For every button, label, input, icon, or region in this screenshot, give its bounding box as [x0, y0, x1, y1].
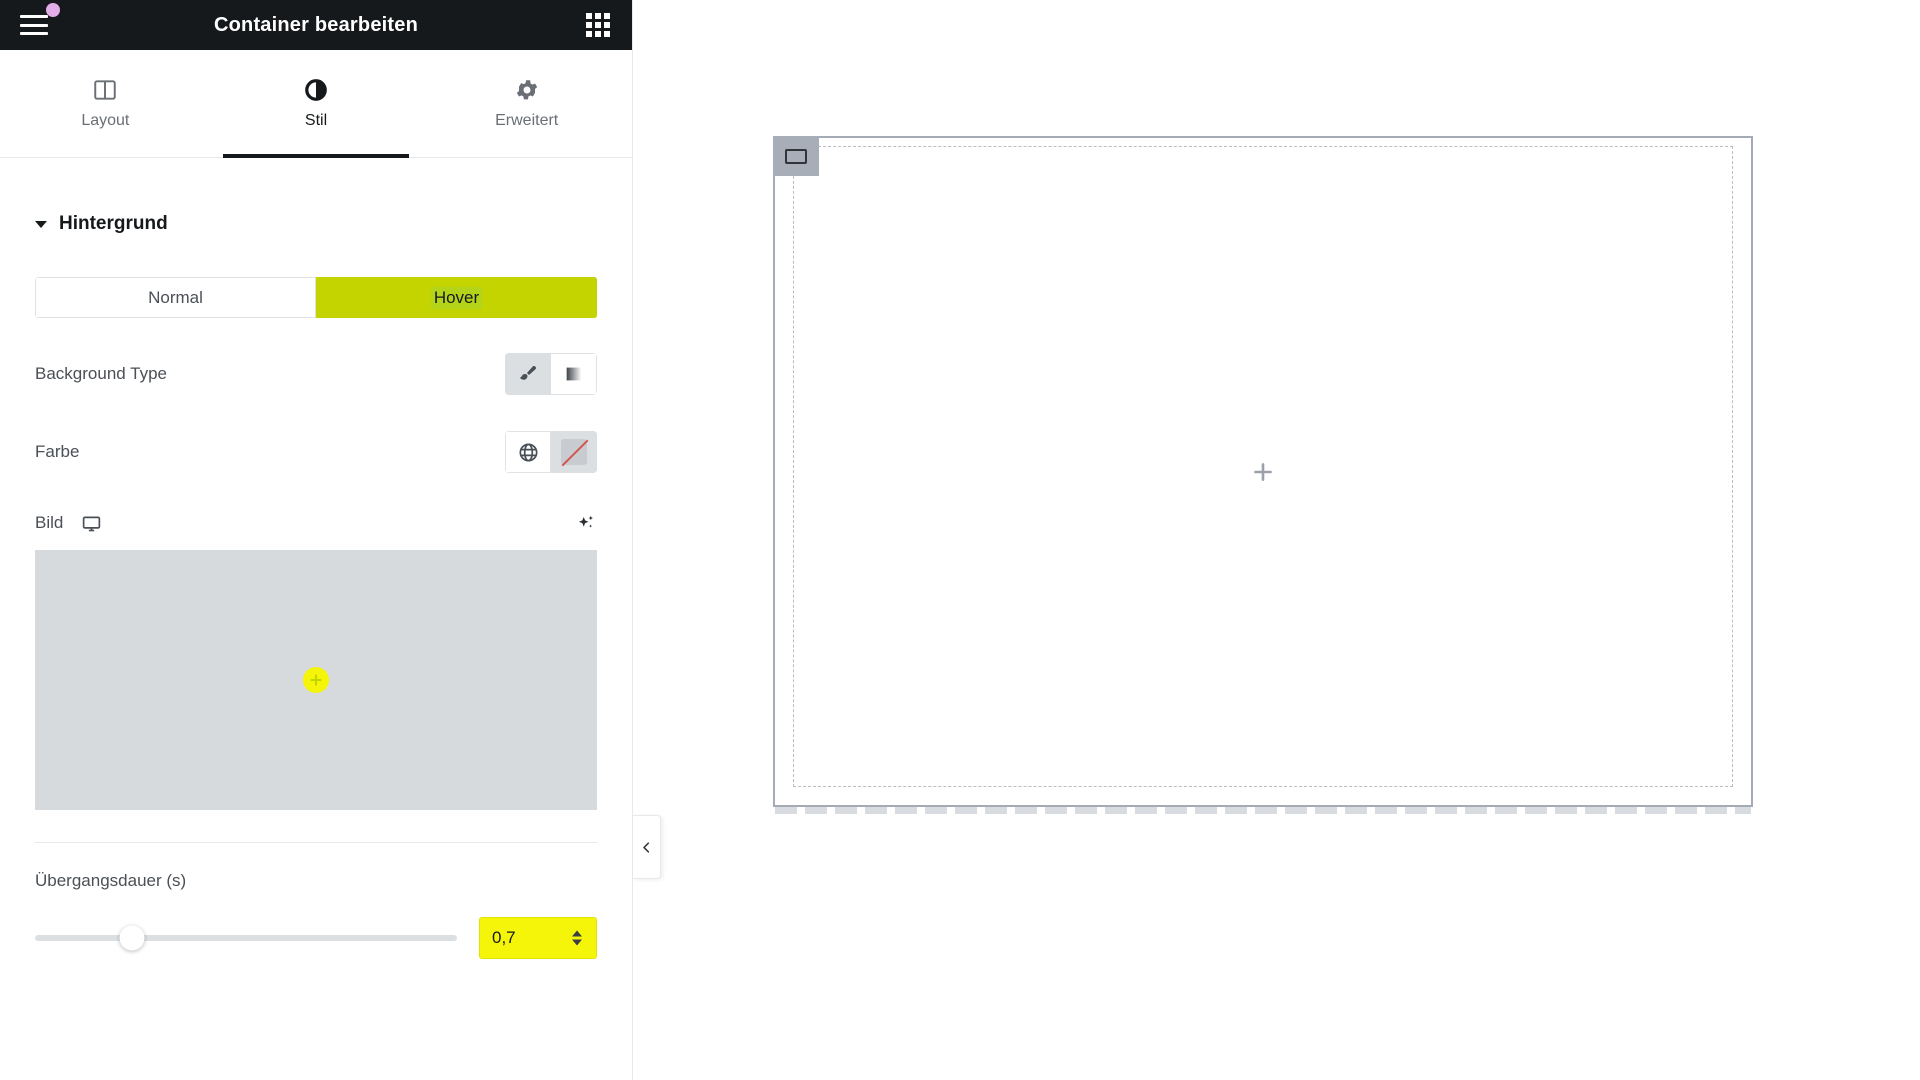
transition-value: 0,7	[492, 928, 516, 947]
hamburger-bar	[20, 23, 48, 27]
state-hover-label: Hover	[430, 286, 483, 309]
elementor-editor: Container bearbeiten Layout Stil Erweite…	[0, 0, 1920, 1080]
plus-circle-icon	[303, 667, 329, 693]
gear-advanced-icon	[514, 77, 540, 103]
plus-icon	[1254, 462, 1272, 481]
tab-layout-label: Layout	[81, 112, 130, 129]
globe-icon[interactable]	[505, 431, 551, 473]
number-stepper[interactable]	[572, 930, 582, 946]
tab-erweitert[interactable]: Erweitert	[421, 50, 632, 157]
section-divider	[35, 842, 597, 843]
hamburger-bar	[20, 15, 48, 18]
slider-handle[interactable]	[119, 925, 145, 951]
state-switcher: Normal Hover	[35, 277, 597, 318]
transition-slider[interactable]	[35, 925, 457, 951]
tab-erweitert-label: Erweitert	[495, 112, 559, 129]
desktop-monitor-icon[interactable]	[81, 513, 102, 534]
color-choices	[505, 431, 597, 473]
transition-duration-label: Übergangsdauer (s)	[35, 871, 187, 890]
notification-dot	[46, 3, 60, 17]
background-type-row: Background Type	[35, 352, 597, 396]
chevron-left-icon	[643, 841, 650, 853]
tab-layout[interactable]: Layout	[0, 50, 211, 157]
panel-collapse-button[interactable]	[633, 815, 661, 879]
editor-panel: Container bearbeiten Layout Stil Erweite…	[0, 0, 661, 1080]
section-title: Hintergrund	[59, 213, 168, 234]
image-upload-placeholder[interactable]	[35, 550, 597, 810]
no-color-swatch-icon[interactable]	[551, 431, 597, 473]
container-element[interactable]	[773, 136, 1753, 814]
no-color-swatch	[560, 439, 587, 465]
paintbrush-icon[interactable]	[505, 353, 551, 395]
hamburger-menu-icon[interactable]	[20, 15, 48, 35]
image-label: Bild	[35, 513, 64, 532]
container-resize-handle[interactable]	[775, 807, 1751, 814]
chevron-up-icon[interactable]	[572, 930, 582, 937]
state-hover-button[interactable]: Hover	[316, 277, 597, 318]
state-normal-label: Normal	[148, 287, 203, 307]
transition-duration-row: 0,7	[35, 917, 597, 959]
container-drag-handle[interactable]	[773, 136, 819, 176]
color-label: Farbe	[35, 442, 80, 461]
add-widget-button[interactable]	[1250, 459, 1276, 485]
columns-layout-icon	[92, 77, 118, 103]
transition-number-input[interactable]: 0,7	[479, 917, 597, 959]
hamburger-bar	[20, 32, 48, 35]
background-type-label: Background Type	[35, 364, 167, 383]
ai-sparkle-icon[interactable]	[575, 512, 597, 534]
editor-canvas	[633, 0, 1920, 1080]
background-type-choices	[505, 353, 597, 395]
contrast-style-icon	[303, 77, 329, 103]
grid-widgets-icon[interactable]	[586, 13, 610, 37]
container-rect-icon	[785, 148, 807, 164]
chevron-down-icon[interactable]	[572, 939, 582, 946]
section-hintergrund-header[interactable]: Hintergrund	[35, 158, 597, 235]
gradient-square-icon[interactable]	[551, 353, 597, 395]
tab-stil[interactable]: Stil	[211, 50, 422, 157]
panel-body: Hintergrund Normal Hover Background Type	[0, 158, 632, 1080]
image-row: Bild	[35, 508, 597, 538]
panel-header: Container bearbeiten	[0, 0, 632, 50]
panel-tabs: Layout Stil Erweitert	[0, 50, 632, 158]
state-normal-button[interactable]: Normal	[35, 277, 316, 318]
tab-stil-label: Stil	[304, 112, 328, 129]
page-title: Container bearbeiten	[213, 13, 419, 36]
caret-down-icon	[35, 220, 47, 228]
color-row: Farbe	[35, 430, 597, 474]
